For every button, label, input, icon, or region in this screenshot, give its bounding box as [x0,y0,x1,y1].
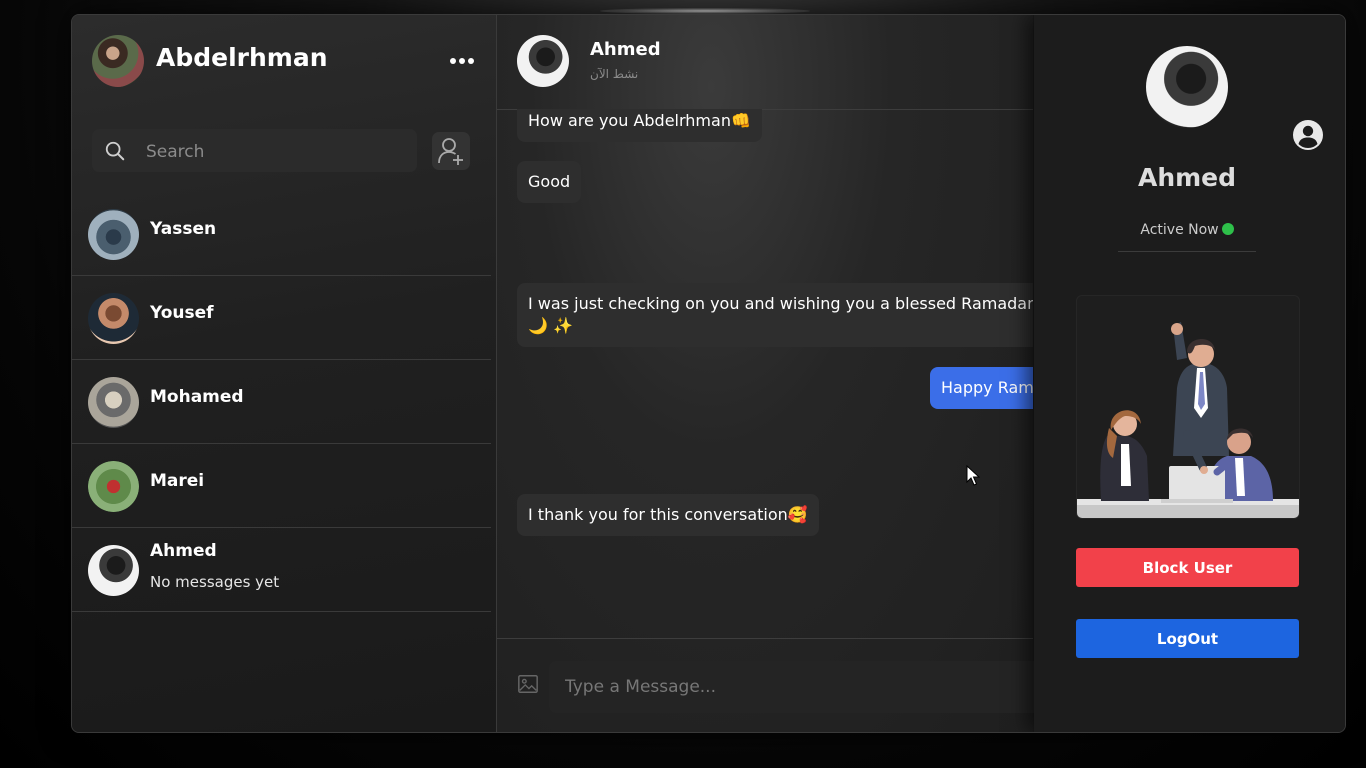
profile-panel: Ahmed Active Now Block User LogOut [1034,15,1345,732]
message-emoji-line: 🌙 ✨ [528,316,573,335]
contact-name: Yousef [150,303,214,323]
current-user-avatar[interactable] [92,35,144,87]
chat-header: Ahmed نشط الآن [497,15,1033,110]
profile-status: Active Now [1034,222,1340,238]
search-box [92,129,417,174]
add-user-icon [438,138,463,165]
profile-avatar [1146,46,1228,128]
contacts-list: Yassen Yousef Mohamed Marei Ahmed No mes… [72,192,491,612]
avatar [88,293,139,344]
message-bubble-incoming: I was just checking on you and wishing y… [517,283,1033,347]
chat-panel: Ahmed نشط الآن How are you Abdelrhman👊 G… [497,15,1067,732]
team-illustration [1076,295,1300,519]
contact-item-marei[interactable]: Marei [72,444,491,528]
contact-item-ahmed[interactable]: Ahmed No messages yet [72,528,491,612]
contact-name: Marei [150,471,205,491]
message-bubble-outgoing: Happy Ram [930,367,1033,409]
team-illustration-image [1077,322,1299,518]
current-user-name: Abdelrhman [156,43,328,72]
chat-contact-status: نشط الآن [590,67,639,81]
avatar [88,545,139,596]
message-text: I thank you for this conversation🥰 [528,505,808,524]
chat-app-window: Abdelrhman Yassen [71,14,1346,733]
logout-button[interactable]: LogOut [1076,619,1299,658]
block-user-button[interactable]: Block User [1076,548,1299,587]
contact-item-yousef[interactable]: Yousef [72,276,491,360]
more-icon [450,58,456,64]
more-options-button[interactable] [446,49,478,73]
chat-contact-avatar[interactable] [517,35,569,87]
contact-name: Mohamed [150,387,244,407]
contact-last-message: No messages yet [150,573,280,591]
search-input[interactable] [144,129,408,174]
avatar [88,209,139,260]
status-text: Active Now [1140,222,1219,238]
chat-composer [497,638,1067,732]
message-bubble-incoming: Good [517,161,582,203]
contact-name: Yassen [150,219,217,239]
search-icon [105,141,125,161]
message-list: How are you Abdelrhman👊 Good I was just … [497,109,1033,637]
image-icon[interactable] [517,673,539,695]
mouse-cursor [966,465,980,486]
message-text: I was just checking on you and wishing y… [528,294,1033,313]
sidebar: Abdelrhman Yassen [72,15,497,732]
message-bubble-incoming: How are you Abdelrhman👊 [517,109,762,142]
message-input[interactable] [549,661,1067,713]
contact-item-mohamed[interactable]: Mohamed [72,360,491,444]
add-user-button[interactable] [432,132,470,170]
account-icon[interactable] [1292,119,1324,151]
profile-name: Ahmed [1137,163,1237,192]
avatar [88,461,139,512]
message-bubble-incoming: I thank you for this conversation🥰 [517,494,819,536]
message-text: Good [528,172,571,191]
contact-item-yassen[interactable]: Yassen [72,192,491,276]
online-status-dot [1221,223,1234,235]
chat-contact-name: Ahmed [590,39,661,60]
avatar [88,377,139,428]
message-text: How are you Abdelrhman👊 [528,111,751,130]
divider [1118,251,1256,252]
contact-name: Ahmed [150,541,217,561]
message-text: Happy Ram [941,378,1033,397]
